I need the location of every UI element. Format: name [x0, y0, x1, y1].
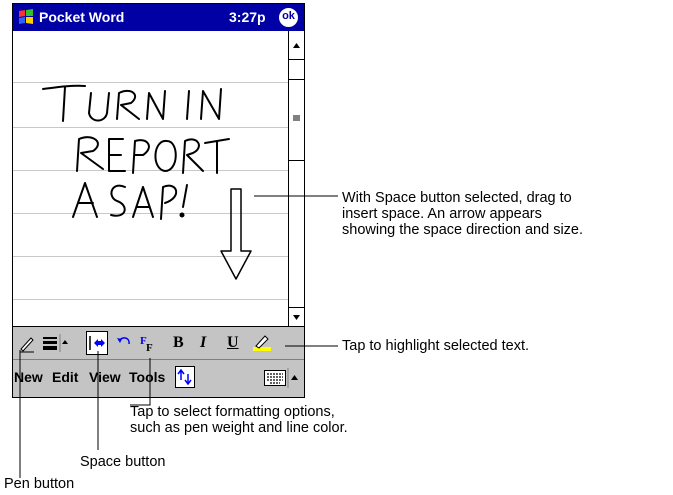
highlight-callout: Tap to highlight selected text.: [342, 338, 530, 354]
callout-line: showing the space direction and size.: [342, 222, 584, 238]
callout-line: insert space. An arrow appears: [342, 206, 542, 222]
space-drag-callout: With Space button selected, drag to inse…: [342, 190, 583, 238]
callout-line: such as pen weight and line color.: [130, 420, 348, 436]
callout-line: With Space button selected, drag to: [342, 190, 572, 206]
pen-button-label: Pen button: [4, 476, 75, 492]
formatting-callout: Tap to select formatting options, such a…: [130, 404, 348, 436]
space-button-label: Space button: [80, 454, 166, 470]
callout-line: Tap to select formatting options,: [130, 404, 335, 420]
